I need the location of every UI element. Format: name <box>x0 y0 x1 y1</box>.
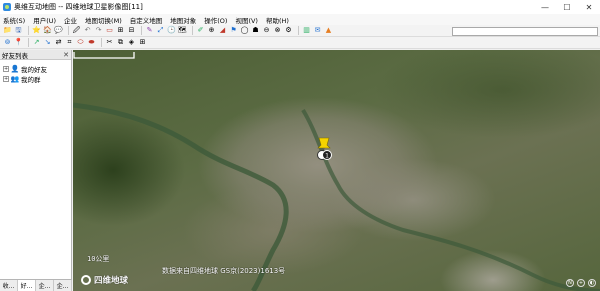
satellite-map[interactable]: 1 10公里 四维地球 数据来自四维地球 GS京(2023)1613号 N + … <box>73 50 600 291</box>
tree-item-label: 我的群 <box>21 76 41 84</box>
filled-ellipse-icon[interactable]: ⬬ <box>87 38 96 47</box>
fit-icon[interactable]: ⤢ <box>156 26 165 35</box>
settings-icon[interactable]: ⚙ <box>284 26 293 35</box>
tab-enterprise[interactable]: 企... <box>36 280 54 291</box>
zoom-in-icon[interactable]: ⊕ <box>207 26 216 35</box>
table-icon[interactable]: ⊞ <box>138 38 147 47</box>
panel-title: 好友列表 <box>2 51 28 60</box>
route-end-icon[interactable]: ↘ <box>43 38 52 47</box>
location-pin-icon[interactable]: 📍 <box>14 38 23 47</box>
expand-icon[interactable]: + <box>3 76 9 82</box>
cut-icon[interactable]: ✂ <box>105 38 114 47</box>
menu-enterprise[interactable]: 企业 <box>64 15 77 25</box>
grid-remove-icon[interactable]: ⊟ <box>127 26 136 35</box>
scale-label: 10公里 <box>87 255 110 263</box>
tree-item-label: 我的好友 <box>21 66 47 74</box>
zoom-icon[interactable]: + <box>577 279 585 287</box>
tree-item-my-groups[interactable]: + 👥 我的群 <box>0 74 71 84</box>
clear-icon[interactable]: ⊗ <box>273 26 282 35</box>
menu-custom-map[interactable]: 自定义地图 <box>130 15 163 25</box>
group-icon: 👥 <box>10 75 20 83</box>
layers-icon[interactable]: ▥ <box>302 26 311 35</box>
draw-icon[interactable]: ✎ <box>145 26 154 35</box>
measure-icon[interactable]: ◢ <box>218 26 227 35</box>
edit-icon[interactable]: 🖉 <box>72 26 81 35</box>
window-title: 奥维互动地图 -- 四维地球卫星影像图[11] <box>14 3 143 11</box>
minimize-button[interactable]: — <box>534 0 556 14</box>
target-icon[interactable]: ⊚ <box>3 38 12 47</box>
main-toolbar: 📁 🖫 ⭐ 🏠 💬 🖉 ↶ ↷ ▭ ⊞ ⊟ ✎ ⤢ 🕒 🗺 ✐ ⊕ ◢ ⚑ ◯ … <box>0 25 600 37</box>
diamond-icon[interactable]: ◈ <box>127 38 136 47</box>
friends-tree: + 👤 我的好友 + 👥 我的群 <box>0 60 71 84</box>
menu-view[interactable]: 视图(V) <box>235 15 258 25</box>
menu-map-objects[interactable]: 地图对象 <box>170 15 196 25</box>
route-start-icon[interactable]: ↗ <box>32 38 41 47</box>
alert-icon[interactable]: ▲ <box>324 26 333 35</box>
copy-icon[interactable]: ⧉ <box>116 38 125 47</box>
menu-operation[interactable]: 操作(O) <box>204 15 227 25</box>
toolbar-separator <box>68 26 69 35</box>
toolbar-separator <box>101 38 102 47</box>
tab-favorites[interactable]: 收... <box>0 280 18 291</box>
close-button[interactable]: ✕ <box>578 0 600 14</box>
map-nav-buttons: N + ◐ <box>566 279 596 287</box>
toolbar-separator <box>141 26 142 35</box>
compass-icon[interactable]: N <box>566 279 574 287</box>
toolbar-separator <box>28 26 29 35</box>
toolbar-separator <box>28 38 29 47</box>
secondary-toolbar: ⊚ 📍 ↗ ↘ ⇄ ⌗ ⬭ ⬬ ✂ ⧉ ◈ ⊞ <box>0 37 600 49</box>
chat-icon[interactable]: 💬 <box>54 26 63 35</box>
menu-help[interactable]: 帮助(H) <box>266 15 289 25</box>
grid-icon[interactable]: ⌗ <box>65 38 74 47</box>
toolbar-separator <box>298 26 299 35</box>
ellipse-icon[interactable]: ⬭ <box>76 38 85 47</box>
pen-icon[interactable]: ✐ <box>196 26 205 35</box>
flag-icon[interactable]: ⚑ <box>229 26 238 35</box>
maximize-button[interactable]: ☐ <box>556 0 578 14</box>
favorite-icon[interactable]: ⭐ <box>32 26 41 35</box>
circle-icon[interactable]: ◯ <box>240 26 249 35</box>
window-controls: — ☐ ✕ <box>534 0 600 14</box>
tab-friends[interactable]: 好... <box>18 280 36 291</box>
marker-label: 1 <box>325 153 329 160</box>
menu-bar: 系统(S) 用户(U) 企业 地图切换(M) 自定义地图 地图对象 操作(O) … <box>0 14 600 25</box>
menu-user[interactable]: 用户(U) <box>33 15 56 25</box>
save-icon[interactable]: 🖫 <box>14 26 23 35</box>
home-icon[interactable]: 🏠 <box>43 26 52 35</box>
menu-system[interactable]: 系统(S) <box>3 15 25 25</box>
marker-icon[interactable]: ☗ <box>251 26 260 35</box>
logo-text: 四维地球 <box>94 276 129 286</box>
friends-panel: 好友列表 ✕ + 👤 我的好友 + 👥 我的群 收... 好... 企... 企… <box>0 50 72 291</box>
river-overlay <box>73 102 600 291</box>
panel-header: 好友列表 ✕ <box>0 50 71 60</box>
scale-bar <box>73 52 135 59</box>
menu-map-switch[interactable]: 地图切换(M) <box>85 15 122 25</box>
provider-logo: 四维地球 <box>81 274 128 286</box>
zoom-out-icon[interactable]: ⊖ <box>262 26 271 35</box>
rectangle-icon[interactable]: ▭ <box>105 26 114 35</box>
undo-icon[interactable]: ↶ <box>83 26 92 35</box>
map-icon[interactable]: 🗺 <box>178 26 187 35</box>
redo-icon[interactable]: ↷ <box>94 26 103 35</box>
user-icon: 👤 <box>10 65 20 73</box>
toolbar-separator <box>192 26 193 35</box>
history-icon[interactable]: 🕒 <box>167 26 176 35</box>
open-folder-icon[interactable]: 📁 <box>3 26 12 35</box>
panel-close-icon[interactable]: ✕ <box>63 51 69 59</box>
app-logo-icon <box>3 3 11 11</box>
logo-mark-icon <box>81 275 91 285</box>
title-bar: 奥维互动地图 -- 四维地球卫星影像图[11] — ☐ ✕ <box>0 0 600 14</box>
expand-icon[interactable]: + <box>3 66 9 72</box>
grid-add-icon[interactable]: ⊞ <box>116 26 125 35</box>
swap-icon[interactable]: ⇄ <box>54 38 63 47</box>
tab-enterprise-2[interactable]: 企... <box>54 280 72 291</box>
panel-tabs: 收... 好... 企... 企... <box>0 279 72 291</box>
pushpin-icon: 1 <box>317 137 332 160</box>
message-icon[interactable]: ✉ <box>313 26 322 35</box>
tilt-icon[interactable]: ◐ <box>588 279 596 287</box>
tree-item-my-friends[interactable]: + 👤 我的好友 <box>0 64 71 74</box>
data-source-text: 数据来自四维地球 GS京(2023)1613号 <box>162 267 286 275</box>
search-input[interactable] <box>452 27 598 36</box>
